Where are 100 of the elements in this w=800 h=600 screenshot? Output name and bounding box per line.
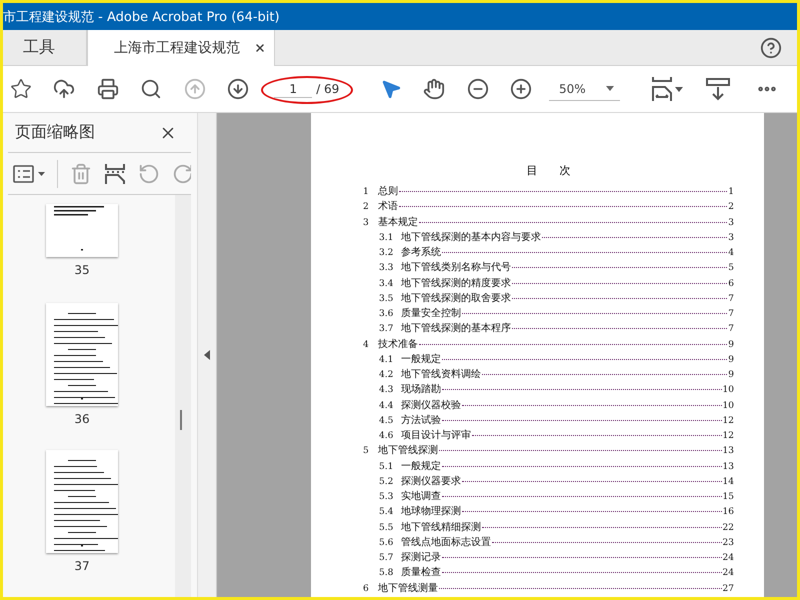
toc-page-number: 7 [728, 324, 734, 334]
toc-page-number: 24 [722, 553, 734, 563]
toc-page-number: 3 [728, 218, 734, 228]
page-number-label: 37 [74, 558, 90, 573]
toc-page-number: 13 [722, 462, 734, 472]
toc-title: 地下管线探测 [378, 444, 438, 458]
toc-number: 4.4 [379, 400, 394, 410]
panel-title: 页面缩略图 [15, 122, 95, 143]
toc-number: 3.6 [379, 309, 394, 319]
toc-number: 1 [363, 187, 370, 197]
toc-number: 3.4 [379, 278, 394, 288]
toc-page-number: 6 [728, 278, 734, 288]
toc-number: 4.1 [379, 354, 394, 365]
toc-title: 质量检查 [401, 566, 441, 580]
toc-number: 3.3 [379, 263, 394, 274]
toc-page-number: 16 [722, 507, 734, 518]
toc-page-number: 10 [722, 385, 734, 396]
toc-title: 方法试验 [401, 414, 441, 427]
toc-title: 探测仪器要求 [401, 474, 461, 488]
collapse-arrow-icon[interactable] [203, 350, 211, 360]
toc-number: 5.1 [379, 462, 394, 472]
toc-title: 地下管线探测的取舍要求 [401, 292, 511, 305]
toc-page-number: 9 [728, 340, 734, 350]
toc-page-number: 24 [722, 568, 734, 578]
toc-page-number: 10 [722, 400, 734, 410]
toc-title: 实地调查 [401, 490, 441, 503]
toc-title: 探测仪器校验 [401, 398, 461, 412]
toc-title: 现场踏勘 [401, 382, 441, 396]
toc-page-number: 12 [722, 431, 734, 441]
caret-icon [606, 86, 614, 91]
toc-page-number: 12 [722, 416, 734, 426]
toc-number: 6 [363, 584, 370, 594]
toc-title: 质量安全控制 [401, 306, 461, 320]
toc-number: 5.8 [379, 568, 394, 578]
toc-page-number: 7 [728, 309, 734, 319]
page-thumbnail[interactable] [46, 450, 118, 553]
toc-number: 5.7 [379, 553, 394, 563]
page-count: / 69 [316, 82, 340, 96]
ruler-download-icon[interactable] [704, 75, 732, 103]
toc-page-number: 15 [722, 492, 734, 502]
toc-title: 地下管线探测的基本程序 [401, 322, 511, 336]
toc-page-number: 3 [728, 232, 734, 243]
toc-page-number: 9 [728, 370, 734, 380]
page-number-field[interactable]: 1 [274, 80, 312, 98]
toc-title: 技术准备 [378, 338, 418, 350]
toc-number: 5.5 [379, 522, 394, 532]
toc-title: 地下管线精细探测 [401, 520, 481, 534]
toc-page-number: 23 [722, 538, 734, 548]
toc-number: 3.7 [379, 324, 394, 334]
toc-title: 总则 [378, 184, 398, 198]
scrollbar-thumb[interactable] [180, 410, 182, 430]
toc-number: 3.2 [379, 248, 394, 258]
toc-title: 地下管线探测的基本内容与要求 [401, 230, 541, 244]
page-thumbnail[interactable] [46, 302, 118, 406]
toc-number: 4.2 [379, 370, 394, 380]
toc-page-number: 27 [722, 584, 734, 594]
toc-number: 5.2 [379, 476, 394, 487]
toc-title: 一般规定 [401, 352, 441, 366]
toc-number: 4.6 [379, 431, 394, 441]
toc-number: 3.1 [379, 232, 394, 243]
toc-title: 参考系统 [401, 246, 441, 259]
toc-page-number: 9 [728, 354, 734, 365]
toc-title: 一般规定 [401, 460, 441, 472]
toc-heading: 目 次 [526, 163, 572, 178]
toc-title: 术语 [378, 200, 398, 214]
toc-number: 5.4 [379, 507, 394, 518]
toc-number: 5.3 [379, 492, 394, 502]
toc-number: 4 [363, 340, 370, 350]
toc-page-number: 1 [728, 187, 734, 197]
toc-page-number: 5 [728, 263, 734, 274]
page-thumbnail[interactable] [46, 204, 118, 257]
toc-title: 地下管线类别名称与代号 [401, 260, 511, 274]
toc-title: 探测记录 [401, 550, 441, 564]
toc-title: 地球物理探测 [401, 504, 461, 518]
insert-page-icon[interactable] [104, 162, 126, 184]
toc-number: 4.3 [379, 385, 394, 396]
toc-title: 项目设计与评审 [401, 428, 471, 442]
toc-number: 4.5 [379, 416, 394, 426]
toc-number: 3.5 [379, 294, 394, 304]
toc-title: 管线点地面标志设置 [401, 536, 491, 549]
toc-number: 5.6 [379, 538, 394, 548]
toc-number: 3 [363, 218, 370, 228]
toc-title: 地下管线测量 [378, 582, 438, 594]
toc-page-number: 22 [722, 522, 734, 532]
window-title: 市工程建设规范 - Adobe Acrobat Pro (64-bit) [3, 3, 797, 30]
toc-page-number: 7 [728, 294, 734, 304]
toc-number: 2 [363, 202, 370, 212]
page-number-label: 35 [74, 262, 90, 277]
options-icon[interactable] [13, 164, 45, 184]
toc-page-number: 13 [722, 446, 734, 456]
tab[interactable]: 上海市工程建设规范 [87, 30, 275, 66]
fit-page-icon[interactable] [650, 75, 684, 103]
close-icon[interactable] [254, 42, 266, 54]
toc-number: 5 [363, 446, 370, 456]
zoom-dropdown[interactable]: 50% [548, 77, 620, 101]
toc-page-number: 14 [722, 476, 734, 487]
toc-page-number: 2 [728, 202, 734, 212]
toc-page-number: 4 [728, 248, 734, 258]
page-number-label: 36 [74, 412, 90, 426]
toc-title: 基本规定 [378, 216, 418, 228]
